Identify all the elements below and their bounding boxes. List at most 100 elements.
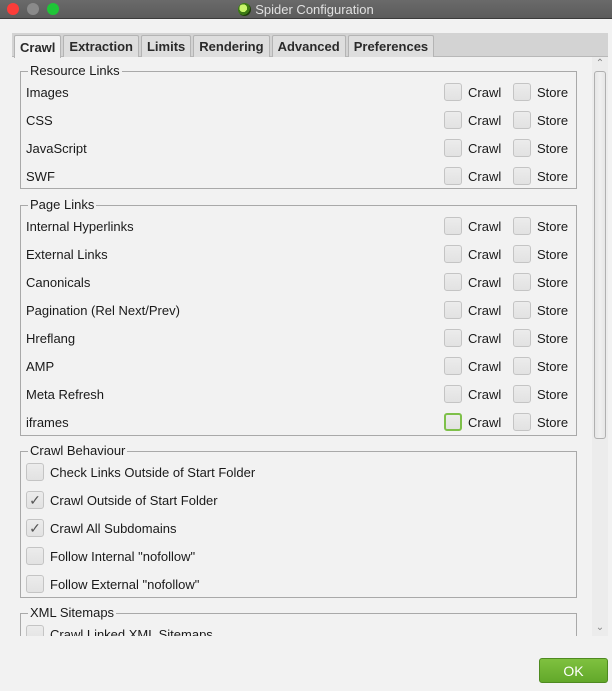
row-label: Canonicals — [26, 274, 91, 290]
option-row[interactable]: Follow Internal "nofollow" — [21, 542, 576, 570]
tab-rendering[interactable]: Rendering — [193, 35, 270, 57]
option-row[interactable]: Crawl Linked XML Sitemaps — [21, 620, 576, 636]
row-label: SWF — [26, 168, 55, 184]
crawl-label: Crawl — [468, 274, 502, 290]
row-label: Internal Hyperlinks — [26, 218, 134, 234]
crawl-checkbox[interactable] — [444, 217, 462, 235]
option-row[interactable]: Check Links Outside of Start Folder — [21, 458, 576, 486]
crawl-settings-panel: Resource Links Images Crawl Store CSS Crawl S… — [12, 57, 592, 636]
crawl-label: Crawl — [468, 218, 502, 234]
store-checkbox[interactable] — [513, 139, 531, 157]
store-checkbox[interactable] — [513, 167, 531, 185]
list-item: CSS Crawl Store — [21, 106, 576, 134]
crawl-label: Crawl — [468, 84, 502, 100]
list-item: Internal Hyperlinks Crawl Store — [21, 212, 576, 240]
tab-preferences[interactable]: Preferences — [347, 35, 435, 57]
list-item: SWF Crawl Store — [21, 162, 576, 190]
store-checkbox[interactable] — [513, 217, 531, 235]
store-checkbox[interactable] — [513, 329, 531, 347]
option-row[interactable]: ✓ Crawl Outside of Start Folder — [21, 486, 576, 514]
crawl-checkbox[interactable] — [444, 385, 462, 403]
row-label: JavaScript — [26, 140, 87, 156]
option-label: Crawl Linked XML Sitemaps — [50, 626, 213, 637]
group-title: XML Sitemaps — [28, 605, 117, 621]
store-label: Store — [537, 140, 569, 156]
option-row[interactable]: ✓ Crawl All Subdomains — [21, 514, 576, 542]
group-title: Crawl Behaviour — [28, 443, 128, 459]
ok-button[interactable]: OK — [539, 658, 608, 683]
option-checkbox[interactable]: ✓ — [26, 491, 44, 509]
list-item: External Links Crawl Store — [21, 240, 576, 268]
store-label: Store — [537, 414, 569, 430]
resource-links-group: Resource Links Images Crawl Store CSS Crawl S… — [20, 63, 577, 190]
crawl-checkbox[interactable] — [444, 83, 462, 101]
crawl-label: Crawl — [468, 112, 502, 128]
crawl-label: Crawl — [468, 168, 502, 184]
scrollbar-thumb[interactable] — [594, 71, 606, 439]
window-title-wrap: Spider Configuration — [0, 0, 612, 19]
store-checkbox[interactable] — [513, 111, 531, 129]
scroll-up-arrow-icon[interactable]: ⌃ — [592, 58, 608, 70]
crawl-label: Crawl — [468, 414, 502, 430]
store-label: Store — [537, 168, 569, 184]
store-label: Store — [537, 218, 569, 234]
option-label: Follow External "nofollow" — [50, 576, 200, 592]
store-checkbox[interactable] — [513, 385, 531, 403]
row-label: Meta Refresh — [26, 386, 105, 402]
option-row[interactable]: Follow External "nofollow" — [21, 570, 576, 598]
option-checkbox[interactable] — [26, 575, 44, 593]
crawl-checkbox[interactable] — [444, 329, 462, 347]
list-item: Images Crawl Store — [21, 78, 576, 106]
store-checkbox[interactable] — [513, 357, 531, 375]
row-label: AMP — [26, 358, 55, 374]
tab-bar: Crawl Extraction Limits Rendering Advanced Pr… — [12, 33, 608, 58]
store-label: Store — [537, 358, 569, 374]
store-checkbox[interactable] — [513, 301, 531, 319]
store-label: Store — [537, 112, 569, 128]
xml-sitemaps-group: XML Sitemaps Crawl Linked XML Sitemaps — [20, 605, 577, 636]
crawl-label: Crawl — [468, 302, 502, 318]
tab-crawl[interactable]: Crawl — [14, 35, 62, 58]
crawl-checkbox[interactable] — [444, 245, 462, 263]
crawl-checkbox[interactable] — [444, 301, 462, 319]
crawl-checkbox[interactable] — [444, 167, 462, 185]
option-label: Crawl Outside of Start Folder — [50, 492, 218, 508]
row-label: Pagination (Rel Next/Prev) — [26, 302, 180, 318]
list-item: AMP Crawl Store — [21, 352, 576, 380]
option-checkbox[interactable] — [26, 625, 44, 636]
list-item: iframes Crawl Store — [21, 408, 576, 436]
crawl-label: Crawl — [468, 246, 502, 262]
crawl-checkbox[interactable] — [444, 111, 462, 129]
title-bar: Spider Configuration — [0, 0, 612, 19]
checkmark-icon: ✓ — [29, 492, 41, 508]
crawl-checkbox[interactable] — [444, 273, 462, 291]
row-label: Hreflang — [26, 330, 76, 346]
crawl-label: Crawl — [468, 330, 502, 346]
option-checkbox[interactable]: ✓ — [26, 519, 44, 537]
crawl-behaviour-group: Crawl Behaviour Check Links Outside of S… — [20, 443, 577, 598]
crawl-checkbox[interactable] — [444, 413, 462, 431]
row-label: External Links — [26, 246, 108, 262]
option-checkbox[interactable] — [26, 547, 44, 565]
store-label: Store — [537, 274, 569, 290]
window-title: Spider Configuration — [255, 2, 374, 17]
scroll-down-arrow-icon[interactable]: ⌄ — [592, 622, 608, 634]
spider-logo-icon — [238, 3, 252, 16]
crawl-checkbox[interactable] — [444, 139, 462, 157]
store-label: Store — [537, 386, 569, 402]
store-checkbox[interactable] — [513, 245, 531, 263]
store-label: Store — [537, 330, 569, 346]
option-checkbox[interactable] — [26, 463, 44, 481]
store-checkbox[interactable] — [513, 83, 531, 101]
tab-extraction[interactable]: Extraction — [63, 35, 139, 57]
option-label: Follow Internal "nofollow" — [50, 548, 196, 564]
store-label: Store — [537, 302, 569, 318]
vertical-scrollbar[interactable]: ⌃ ⌄ — [592, 57, 608, 636]
row-label: Images — [26, 84, 69, 100]
crawl-checkbox[interactable] — [444, 357, 462, 375]
store-checkbox[interactable] — [513, 273, 531, 291]
tab-limits[interactable]: Limits — [140, 35, 192, 57]
tab-advanced[interactable]: Advanced — [271, 35, 346, 57]
option-label: Check Links Outside of Start Folder — [50, 464, 256, 480]
store-checkbox[interactable] — [513, 413, 531, 431]
